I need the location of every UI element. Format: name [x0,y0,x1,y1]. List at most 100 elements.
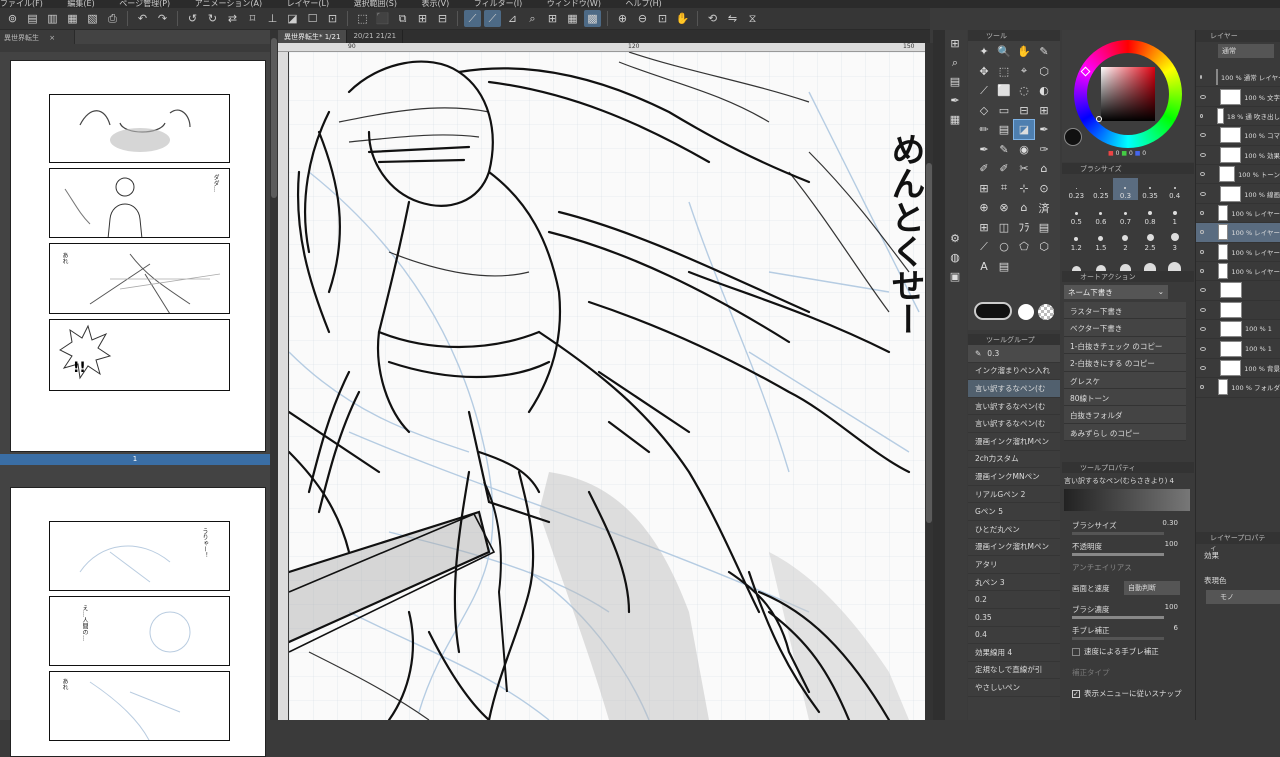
pen-mode-alt-icon[interactable]: ⟋ [484,10,501,27]
brush-size-slider[interactable] [1072,532,1164,535]
close-icon[interactable]: × [49,34,55,42]
layer-row[interactable]: 100 % 1 [1196,320,1280,340]
brush-size-option[interactable]: 1 [1162,204,1187,226]
auto-action-set-select[interactable]: ネーム下書き ⌄ [1064,285,1168,299]
tool-button[interactable]: ✒ [974,140,994,159]
pen-mode-icon[interactable]: ⟋ [464,10,481,27]
reset-rotate-icon[interactable]: ⟲ [704,10,721,27]
layer-row[interactable]: 100 % レイヤー [1196,243,1280,262]
brush-size-option[interactable]: 0.5 [1064,204,1089,226]
auto-action-item[interactable]: 白抜きフォルダ [1064,406,1186,424]
layer-row[interactable]: 100 % レイヤー [1196,204,1280,224]
eye-icon[interactable] [1200,249,1204,254]
app-icon[interactable]: ⊚ [4,10,21,27]
rotate-left-icon[interactable]: ↺ [184,10,201,27]
tool-button[interactable]: ⬚ [994,62,1014,81]
subtool-item[interactable]: 2ch力スタム [968,451,1060,469]
opacity-value[interactable]: 100 [1165,540,1178,548]
brush-size-option[interactable]: 2 [1113,230,1138,252]
menu-selection[interactable]: 選択範囲(S) [354,0,397,8]
redo-icon[interactable]: ↷ [154,10,171,27]
tool-button[interactable]: ○ [994,237,1014,256]
flip-icon[interactable]: ⇄ [224,10,241,27]
tool-button[interactable]: ◇ [974,101,994,120]
tool-button[interactable]: ✑ [1034,140,1054,159]
auto-action-item[interactable]: グレスケ [1064,371,1186,389]
brush-size-option[interactable]: 0.6 [1089,204,1114,226]
brush-density-value[interactable]: 100 [1165,603,1178,611]
tool-button[interactable]: ⬠ [1014,237,1034,256]
tool-button[interactable]: ✐ [974,159,994,178]
page-number-bar[interactable]: 1 [0,454,270,465]
tool-button[interactable]: ⌂ [1014,198,1034,217]
tool-button[interactable]: ✎ [1034,42,1054,61]
tool-panel-toggle-icon[interactable]: ⊞ [945,34,965,53]
tool-button[interactable]: ▤ [994,257,1014,276]
menu-edit[interactable]: 編集(E) [67,0,94,8]
eye-icon[interactable] [1200,230,1204,235]
print-icon[interactable]: ⎙ [104,10,121,27]
subtool-item[interactable]: インク溜まりペン入れ [968,363,1060,381]
subtool-item[interactable]: 0.35 [968,609,1060,627]
auto-action-item[interactable]: 1-白抜きチェック のコピー [1064,336,1186,355]
tool-button[interactable]: ﾌﾗ [1014,218,1034,237]
current-color-swatch[interactable] [1064,128,1082,146]
tool-button[interactable]: ⊹ [1014,179,1034,198]
subtool-item[interactable]: 効果線用 4 [968,644,1060,662]
brush-size-option[interactable]: 1.2 [1064,230,1089,252]
subtool-item[interactable]: ひとだ丸ペン [968,521,1060,539]
undo-icon[interactable]: ↶ [134,10,151,27]
tool-button[interactable]: ⬜ [994,81,1014,100]
stabilize-slider[interactable] [1072,637,1164,640]
tool-button[interactable]: ⊞ [974,218,994,237]
settings-icon[interactable]: ⚙ [945,229,965,248]
menu-animation[interactable]: アニメーション(A) [195,0,262,8]
stamp-icon[interactable]: ⊥ [264,10,281,27]
transform-icon[interactable]: ⌑ [244,10,261,27]
layer-row[interactable]: 100 % 効果 [1196,146,1280,165]
auto-action-item[interactable]: 80線トーン [1064,388,1186,407]
menu-help[interactable]: ヘルプ(H) [626,0,662,8]
layer-row[interactable]: 100 % コマ [1196,126,1280,146]
brush-density-row[interactable]: ブラシ濃度 100 [1062,599,1194,620]
mirror-icon[interactable]: ⇋ [724,10,741,27]
page-thumbnail-2[interactable]: うりゃー！ え…人間の… あれ [10,487,266,757]
eye-icon[interactable] [1200,288,1206,293]
tool-button[interactable]: 済 [1034,198,1054,217]
subtool-item[interactable]: 言い訳するなペン(む [968,398,1060,416]
layer-row[interactable]: 100 % 1 [1196,339,1280,359]
snap-row[interactable]: ✓ 表示メニューに従いスナップ [1062,683,1194,704]
tool-button[interactable]: ⬡ [1034,237,1054,256]
tool-button[interactable]: ⌂ [1034,159,1054,178]
brush-size-option[interactable]: 0.7 [1113,204,1138,226]
tool-button[interactable]: ▭ [994,101,1014,120]
menu-layer[interactable]: レイヤー(L) [287,0,329,8]
subtool-item[interactable]: 漫画インク溜れMペン [968,433,1060,451]
grid-icon[interactable]: ▩ [584,10,601,27]
brush-size-option[interactable]: 3 [1162,230,1187,252]
eye-icon[interactable] [1200,327,1206,332]
search-icon[interactable]: ⌕ [945,53,965,72]
eye-icon[interactable] [1200,172,1205,177]
deselect-icon[interactable]: ⬚ [354,10,371,27]
tool-button[interactable]: ✒ [1034,120,1054,139]
stabilize-row[interactable]: 手ブレ補正 6 [1062,620,1194,641]
fill-icon[interactable]: ◪ [284,10,301,27]
save-icon[interactable]: ▦ [64,10,81,27]
layer-row[interactable]: 100 % フォルダ [1196,378,1280,398]
main-color-swatch[interactable] [974,302,1012,320]
eye-icon[interactable] [1200,152,1206,157]
tool-button[interactable]: ✎ [994,140,1014,159]
auto-action-item[interactable]: ベクター下書き [1064,319,1186,337]
hue-ring[interactable] [1074,40,1182,148]
subtool-item[interactable]: 言い訳するなペン(む [968,380,1060,398]
tool-button[interactable] [1014,257,1034,276]
fit-icon[interactable]: ⊞ [544,10,561,27]
eye-icon[interactable] [1200,346,1206,351]
layer-row[interactable] [1196,281,1280,301]
tool-button[interactable]: ⟋ [974,81,994,100]
subtool-item[interactable]: やさしいペン [968,679,1060,697]
layer-icon[interactable]: ▦ [945,110,965,129]
tool-button[interactable]: ⊗ [994,198,1014,217]
color-marker[interactable] [1096,116,1102,122]
